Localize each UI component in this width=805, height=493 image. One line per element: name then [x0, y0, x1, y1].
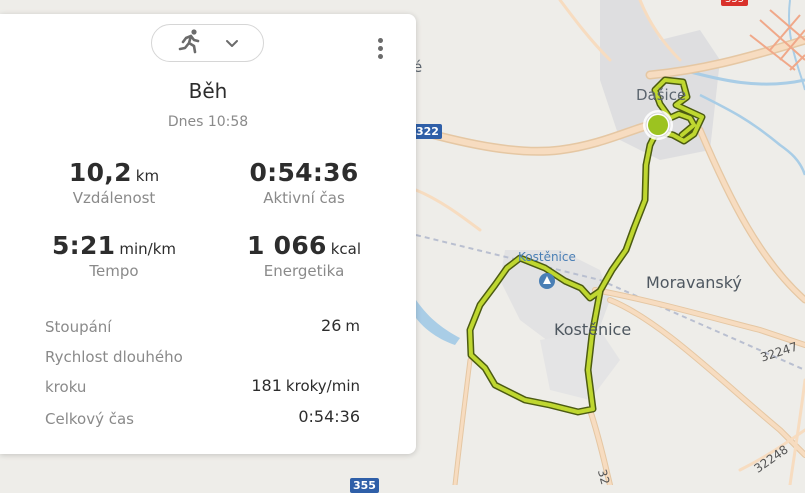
stat-label: Vzdálenost	[72, 189, 156, 207]
stat-label: Tempo	[89, 262, 139, 280]
detail-unit: m	[345, 317, 360, 335]
bus-stop-icon[interactable]	[539, 273, 555, 289]
map-label-dasice: Dašice	[636, 86, 687, 104]
running-person-icon	[177, 28, 203, 58]
detail-value: 181	[251, 376, 282, 395]
detail-value-cadence: 181 kroky/min	[251, 376, 360, 395]
stat-unit: km	[135, 167, 160, 185]
detail-unit: kroky/min	[285, 377, 360, 395]
stat-energy: 1 066 kcal Energetika	[200, 231, 408, 280]
activity-type-selector[interactable]	[151, 24, 264, 62]
activity-date: Dnes 10:58	[167, 114, 249, 130]
stat-value: 5:21	[51, 231, 116, 260]
map-label-moravansky: Moravanský	[646, 273, 742, 292]
stat-value: 10,2	[68, 158, 132, 187]
activity-summary-panel: Běh Dnes 10:58 10,2 km Vzdálenost 0:54:36…	[0, 14, 416, 454]
map-label-kostenice: Kostěnice	[554, 320, 632, 339]
stat-label: Energetika	[263, 262, 345, 280]
stat-pace: 5:21 min/km Tempo	[10, 231, 218, 280]
stat-active-time: 0:54:36 Aktivní čas	[200, 158, 408, 207]
current-position-marker[interactable]	[643, 110, 673, 140]
detail-label-stride-1: Rychlost dlouhého	[45, 348, 183, 366]
activity-title: Běh	[188, 79, 228, 103]
stat-label: Aktivní čas	[263, 189, 345, 207]
stat-unit: min/km	[119, 240, 177, 258]
more-vertical-icon[interactable]	[368, 34, 394, 62]
detail-label-total-time: Celkový čas	[45, 410, 134, 428]
chevron-down-icon	[225, 34, 239, 53]
map-label-kostenice-stop: Kostěnice	[518, 250, 576, 264]
detail-value: 26	[321, 316, 342, 335]
detail-value-total-time: 0:54:36	[298, 407, 360, 426]
road-shield-355: 355	[350, 478, 379, 493]
stat-distance: 10,2 km Vzdálenost	[10, 158, 218, 207]
detail-value-ascent: 26 m	[321, 316, 360, 335]
detail-label-stride-2: kroku	[45, 378, 87, 396]
stat-value: 0:54:36	[249, 158, 359, 187]
detail-label-ascent: Stoupání	[45, 318, 112, 336]
detail-value: 0:54:36	[298, 407, 360, 426]
stat-unit: kcal	[330, 240, 362, 258]
road-shield-red: 355	[721, 0, 749, 6]
stat-value: 1 066	[246, 231, 327, 260]
road-shield-322: 322	[413, 124, 442, 139]
